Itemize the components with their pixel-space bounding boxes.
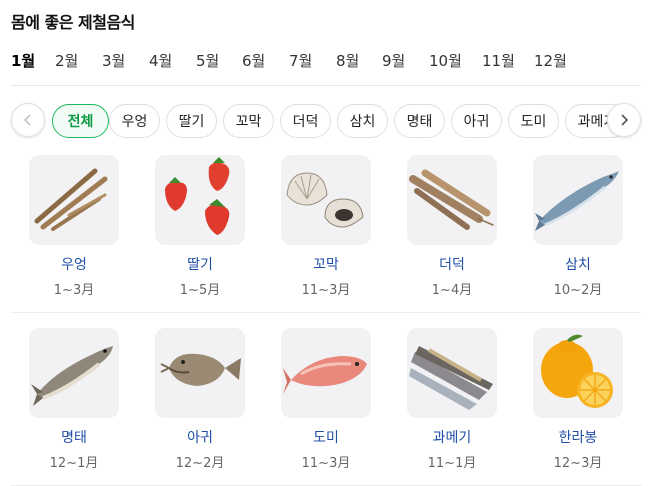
food-name: 우엉	[61, 257, 87, 273]
chips-prev-button[interactable]	[11, 103, 45, 137]
chip-all[interactable]: 전체	[52, 104, 109, 138]
food-name: 도미	[313, 430, 339, 446]
tab-month-7[interactable]: 7월	[289, 50, 312, 71]
food-name: 딸기	[187, 257, 213, 273]
food-name: 아귀	[187, 430, 213, 446]
chip-sea-bream[interactable]: 도미	[508, 104, 559, 138]
chips-next-button[interactable]	[607, 103, 641, 137]
gwamegi-image	[407, 328, 497, 418]
tab-month-5[interactable]: 5월	[196, 50, 219, 71]
tab-month-6[interactable]: 6월	[242, 50, 265, 71]
chip-burdock[interactable]: 우엉	[109, 104, 160, 138]
tab-month-4[interactable]: 4월	[149, 50, 172, 71]
food-card-gwamegi[interactable]: 과메기 11~1月	[389, 326, 515, 476]
food-name: 명태	[61, 430, 87, 446]
food-season: 12~1月	[49, 456, 99, 471]
chip-spanish-mackerel[interactable]: 삼치	[337, 104, 388, 138]
food-name: 꼬막	[313, 257, 339, 273]
tab-month-1[interactable]: 1월	[11, 50, 35, 71]
hallabong-image	[533, 328, 623, 418]
food-card-strawberry[interactable]: 딸기 1~5月	[137, 153, 263, 303]
food-card-spanish-mackerel[interactable]: 삼치 10~2月	[515, 153, 641, 303]
spanish-mackerel-image	[533, 155, 623, 245]
page-title: 몸에 좋은 제철음식	[11, 13, 135, 32]
food-grid-row-1: 우엉 1~3月 딸기 1~5月 꼬막 11~3月 더덕 1~4月 삼치 10~2…	[11, 153, 641, 313]
food-season: 11~1月	[427, 456, 477, 471]
tab-month-9[interactable]: 9월	[382, 50, 405, 71]
month-tabs: 1월 2월 3월 4월 5월 6월 7월 8월 9월 10월 11월 12월	[11, 48, 641, 86]
monkfish-image	[155, 328, 245, 418]
food-season: 12~3月	[553, 456, 603, 471]
food-season: 1~4月	[431, 283, 473, 298]
food-card-monkfish[interactable]: 아귀 12~2月	[137, 326, 263, 476]
food-name: 과메기	[432, 430, 472, 446]
food-name: 한라봉	[558, 430, 598, 446]
chip-strawberry[interactable]: 딸기	[166, 104, 217, 138]
tab-month-11[interactable]: 11월	[482, 50, 515, 71]
tab-month-2[interactable]: 2월	[55, 50, 78, 71]
tab-month-8[interactable]: 8월	[336, 50, 359, 71]
food-season: 11~3月	[301, 456, 351, 471]
food-name: 더덕	[439, 257, 465, 273]
food-card-sea-bream[interactable]: 도미 11~3月	[263, 326, 389, 476]
food-card-pollack[interactable]: 명태 12~1月	[11, 326, 137, 476]
food-card-hallabong[interactable]: 한라봉 12~3月	[515, 326, 641, 476]
chip-pollack[interactable]: 명태	[394, 104, 445, 138]
pollack-image	[29, 328, 119, 418]
chip-deodeok[interactable]: 더덕	[280, 104, 331, 138]
food-grid-row-2: 명태 12~1月 아귀 12~2月 도미 11~3月 과메기 11~1月 한라봉…	[11, 326, 641, 486]
food-card-burdock[interactable]: 우엉 1~3月	[11, 153, 137, 303]
chip-monkfish[interactable]: 아귀	[451, 104, 502, 138]
chevron-right-icon	[621, 114, 629, 126]
food-season: 1~3月	[53, 283, 95, 298]
chip-track: 전체 우엉 딸기 꼬막 더덕 삼치 명태 아귀 도미 과메기	[11, 103, 623, 139]
food-card-cockle[interactable]: 꼬막 11~3月	[263, 153, 389, 303]
food-name: 삼치	[565, 257, 591, 273]
food-season: 10~2月	[553, 283, 603, 298]
filter-chip-bar: 전체 우엉 딸기 꼬막 더덕 삼치 명태 아귀 도미 과메기	[11, 103, 641, 141]
deodeok-root-image	[407, 155, 497, 245]
tab-month-10[interactable]: 10월	[429, 50, 462, 71]
cockle-image	[281, 155, 371, 245]
food-season: 12~2月	[175, 456, 225, 471]
tab-month-3[interactable]: 3월	[102, 50, 125, 71]
chip-cockle[interactable]: 꼬막	[223, 104, 274, 138]
strawberry-image	[155, 155, 245, 245]
chevron-left-icon	[23, 114, 31, 126]
food-season: 1~5月	[179, 283, 221, 298]
food-card-deodeok[interactable]: 더덕 1~4月	[389, 153, 515, 303]
tab-month-12[interactable]: 12월	[534, 50, 567, 71]
burdock-image	[29, 155, 119, 245]
food-season: 11~3月	[301, 283, 351, 298]
sea-bream-image	[281, 328, 371, 418]
